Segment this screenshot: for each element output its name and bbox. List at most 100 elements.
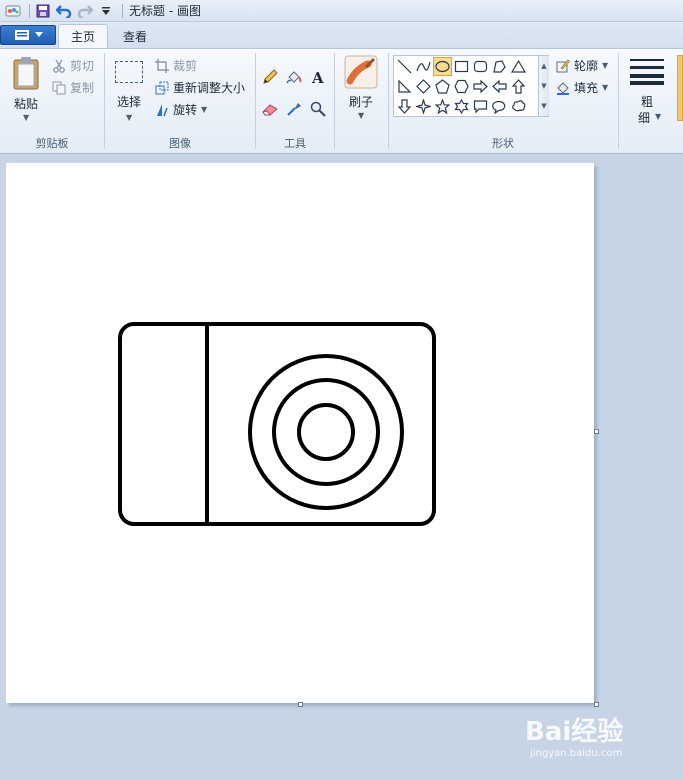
outline-label: 轮廓 xyxy=(574,59,599,73)
left-arrow-shape-icon[interactable] xyxy=(490,77,509,96)
six-point-star-shape-icon[interactable] xyxy=(452,97,471,116)
resize-handle-right[interactable] xyxy=(594,429,599,434)
text-icon[interactable]: A xyxy=(308,67,328,87)
crop-icon xyxy=(155,58,169,73)
cloud-callout-shape-icon[interactable] xyxy=(509,97,528,116)
cut-label: 剪切 xyxy=(70,59,95,73)
chevron-down-icon: ▼ xyxy=(201,105,208,114)
lens-middle-ring xyxy=(272,378,380,486)
scroll-down-icon[interactable]: ▼ xyxy=(541,82,546,90)
pentagon-shape-icon[interactable] xyxy=(433,77,452,96)
size-label-line1: 粗 xyxy=(640,95,653,109)
right-triangle-shape-icon[interactable] xyxy=(395,77,414,96)
chevron-down-icon: ▼ xyxy=(358,111,365,120)
rotate-label: 旋转 xyxy=(173,103,198,117)
redo-icon[interactable] xyxy=(76,2,94,20)
select-button[interactable]: 选择 ▼ xyxy=(111,57,147,133)
brushes-label: 刷子 xyxy=(348,95,373,109)
rounded-rectangle-shape-icon[interactable] xyxy=(471,57,490,76)
magnifier-icon[interactable] xyxy=(308,99,328,119)
ribbon: 粘贴 ▼ 剪切 复制 剪贴板 选择 ▼ 裁剪 重新调整大小 旋转 ▼ 图像 A … xyxy=(0,48,683,154)
image-group-label: 图像 xyxy=(169,137,191,150)
tools-group: A 工具 xyxy=(256,49,334,153)
lens-inner-ring xyxy=(297,403,355,461)
paste-label: 粘贴 xyxy=(13,97,38,111)
save-icon[interactable] xyxy=(34,2,52,20)
brushes-group: 刷子 ▼ xyxy=(336,49,386,153)
ribbon-tab-row: 主页 查看 xyxy=(0,22,683,48)
down-arrow-shape-icon[interactable] xyxy=(395,97,414,116)
up-arrow-shape-icon[interactable] xyxy=(509,77,528,96)
watermark-url: jingyan.baidu.com xyxy=(529,748,622,759)
fill-shape-button[interactable]: 填充 ▼ xyxy=(556,79,608,96)
brush-icon xyxy=(344,55,378,89)
color-picker-icon[interactable] xyxy=(284,99,304,119)
svg-text:A: A xyxy=(311,69,324,85)
customize-icon[interactable] xyxy=(97,2,115,20)
group-separator xyxy=(618,53,619,149)
crop-label: 裁剪 xyxy=(173,59,198,73)
clipboard-icon xyxy=(13,57,39,90)
polygon-shape-icon[interactable] xyxy=(490,57,509,76)
tab-home[interactable]: 主页 xyxy=(58,24,109,48)
tools-group-label: 工具 xyxy=(284,137,306,150)
tab-view[interactable]: 查看 xyxy=(111,24,159,48)
selection-icon xyxy=(115,61,143,83)
expand-gallery-icon[interactable]: ▼ xyxy=(541,102,546,110)
rotate-button[interactable]: 旋转 ▼ xyxy=(155,101,207,118)
oval-callout-shape-icon[interactable] xyxy=(490,97,509,116)
size-button[interactable]: 粗 细 ▼ xyxy=(624,55,670,135)
resize-button[interactable]: 重新调整大小 xyxy=(155,79,245,96)
shapes-group-label: 形状 xyxy=(492,137,514,150)
chevron-down-icon xyxy=(34,32,43,37)
hexagon-shape-icon[interactable] xyxy=(452,77,471,96)
curve-shape-icon[interactable] xyxy=(414,57,433,76)
copy-label: 复制 xyxy=(70,81,95,95)
copy-button[interactable]: 复制 xyxy=(52,79,94,96)
fill-label: 填充 xyxy=(574,81,599,95)
group-separator xyxy=(334,53,335,149)
shapes-scrollbar[interactable]: ▲ ▼ ▼ xyxy=(538,56,549,116)
drawing-canvas[interactable] xyxy=(6,163,594,703)
outline-button[interactable]: 轮廓 ▼ xyxy=(556,57,608,74)
crop-button[interactable]: 裁剪 xyxy=(155,57,197,74)
four-point-star-shape-icon[interactable] xyxy=(414,97,433,116)
chevron-down-icon: ▼ xyxy=(602,61,609,70)
line-width-icon xyxy=(630,59,664,85)
watermark-brand: Bai经验 xyxy=(525,716,623,747)
window-title: 无标题 - 画图 xyxy=(129,4,201,18)
fill-icon[interactable] xyxy=(284,67,304,87)
app-menu-button[interactable] xyxy=(0,25,56,45)
separator xyxy=(29,3,30,18)
scroll-up-icon[interactable]: ▲ xyxy=(541,62,546,70)
oval-shape-icon[interactable] xyxy=(433,57,452,76)
resize-icon xyxy=(155,81,169,94)
scissors-icon xyxy=(53,59,65,73)
title-bar: 无标题 - 画图 xyxy=(0,0,683,22)
eraser-icon[interactable] xyxy=(260,99,280,119)
cut-button[interactable]: 剪切 xyxy=(52,57,94,74)
right-arrow-shape-icon[interactable] xyxy=(471,77,490,96)
resize-label: 重新调整大小 xyxy=(173,81,246,95)
camera-body-outline xyxy=(118,322,436,526)
select-label: 选择 xyxy=(116,95,141,109)
chevron-down-icon: ▼ xyxy=(655,112,662,121)
chevron-down-icon: ▼ xyxy=(126,113,133,122)
pencil-icon[interactable] xyxy=(260,67,280,87)
diamond-shape-icon[interactable] xyxy=(414,77,433,96)
line-shape-icon[interactable] xyxy=(395,57,414,76)
rect-callout-shape-icon[interactable] xyxy=(471,97,490,116)
resize-handle-bottom[interactable] xyxy=(298,702,303,707)
brushes-button[interactable]: 刷子 ▼ xyxy=(342,55,380,131)
five-point-star-shape-icon[interactable] xyxy=(433,97,452,116)
fill-bucket-icon xyxy=(557,81,569,95)
camera-drawing xyxy=(118,322,436,526)
clipboard-group-label: 剪贴板 xyxy=(35,137,69,150)
paint-app-icon[interactable] xyxy=(4,2,22,20)
paste-button[interactable]: 粘贴 ▼ xyxy=(8,55,44,135)
undo-icon[interactable] xyxy=(55,2,73,20)
rectangle-shape-icon[interactable] xyxy=(452,57,471,76)
chevron-down-icon: ▼ xyxy=(23,113,30,122)
color-1-swatch[interactable] xyxy=(677,55,683,121)
triangle-shape-icon[interactable] xyxy=(509,57,528,76)
